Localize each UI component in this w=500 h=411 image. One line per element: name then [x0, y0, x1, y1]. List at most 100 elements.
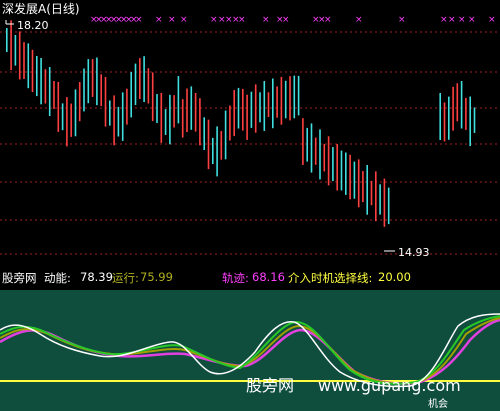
candle: [306, 127, 308, 162]
dongneng-label: 动能:: [44, 271, 71, 285]
candle: [173, 95, 175, 128]
candle: [169, 94, 171, 145]
candle: [6, 28, 8, 52]
candle: [194, 93, 197, 132]
candle: [164, 109, 167, 135]
timing-label: 介入时机选择线:: [288, 271, 373, 285]
candle: [460, 81, 463, 129]
candle: [379, 184, 381, 215]
candles: [6, 20, 476, 227]
candle: [134, 63, 137, 105]
event-marker: ×: [135, 15, 143, 25]
event-marker: ×: [398, 15, 406, 25]
candle: [117, 106, 120, 137]
candle: [96, 57, 98, 106]
price-chart[interactable]: ×××××××××× × × × × × × ×× × ×× ××× × × × × × × × 深发展A(日线)…: [0, 0, 500, 264]
candle: [383, 178, 386, 227]
candle: [87, 59, 90, 104]
candle: [254, 84, 257, 133]
high-price-label: 18.20: [17, 19, 49, 32]
candle: [280, 76, 283, 125]
candle: [216, 126, 218, 177]
source-label: 股旁网: [2, 271, 37, 285]
candle: [267, 92, 270, 117]
candle: [57, 81, 60, 132]
yunxing-label: 运行:: [112, 271, 139, 285]
event-marker: ×: [468, 15, 476, 25]
event-marker: ×: [324, 15, 332, 25]
candle: [66, 97, 68, 147]
candle: [212, 137, 214, 164]
candle: [229, 105, 231, 141]
candle: [147, 68, 150, 104]
watermark-url: www.gupang.com: [318, 376, 461, 395]
candle: [362, 171, 364, 203]
event-marker: ×: [355, 15, 363, 25]
event-marker: ×: [180, 15, 188, 25]
candle: [199, 98, 201, 146]
candle: [181, 99, 184, 138]
candle: [14, 35, 17, 66]
candle: [78, 82, 81, 122]
candle: [345, 152, 347, 195]
candle: [160, 92, 163, 143]
candle: [469, 96, 471, 147]
candle: [83, 68, 85, 112]
candle: [319, 129, 321, 180]
candle: [349, 154, 351, 200]
candle: [387, 187, 390, 225]
candle: [40, 58, 42, 105]
event-marker: ×: [440, 15, 448, 25]
candle: [310, 123, 313, 173]
candle: [357, 159, 360, 208]
candle: [36, 56, 38, 97]
event-marker: ×: [210, 15, 218, 25]
candle: [177, 76, 180, 124]
candle: [70, 103, 72, 137]
guiji-label: 轨迹:: [222, 271, 249, 285]
candle: [100, 74, 102, 106]
candle: [284, 80, 287, 119]
candle: [276, 86, 278, 118]
candle: [109, 100, 111, 126]
candle: [104, 77, 107, 127]
guiji-value: 68.16: [252, 270, 285, 284]
candle: [91, 59, 94, 97]
candle: [126, 88, 128, 125]
event-marker: ×: [262, 15, 270, 25]
candle: [207, 119, 210, 170]
watermark-cn: 股旁网: [246, 376, 294, 395]
candle: [156, 94, 158, 123]
candle: [448, 96, 450, 140]
candle: [143, 56, 145, 102]
candle: [375, 171, 377, 222]
candle: [203, 117, 205, 150]
candle: [327, 136, 330, 186]
low-price-label: 14.93: [398, 246, 430, 259]
candle: [366, 165, 368, 215]
candle: [272, 78, 274, 129]
candle: [323, 143, 326, 172]
timing-value: 20.00: [378, 270, 411, 284]
candle: [61, 103, 64, 131]
candle: [18, 31, 21, 80]
candle: [48, 67, 51, 116]
watermark-small: 机会: [428, 397, 448, 410]
indicator-chart[interactable]: 股旁网 www.gupang.com 机会: [0, 290, 500, 411]
candle: [353, 161, 356, 199]
event-marker: ×: [448, 15, 456, 25]
candle: [220, 131, 223, 160]
candle: [113, 95, 115, 146]
candle: [121, 92, 124, 141]
candle: [314, 137, 317, 165]
candle: [293, 75, 296, 119]
candle: [27, 43, 30, 89]
candle: [336, 144, 338, 191]
candle: [151, 72, 154, 122]
yunxing-value: 75.99: [140, 270, 173, 284]
event-marker: ×: [155, 15, 163, 25]
candle: [473, 107, 476, 133]
candle: [465, 97, 467, 130]
candle: [130, 72, 132, 118]
candle: [186, 88, 188, 133]
